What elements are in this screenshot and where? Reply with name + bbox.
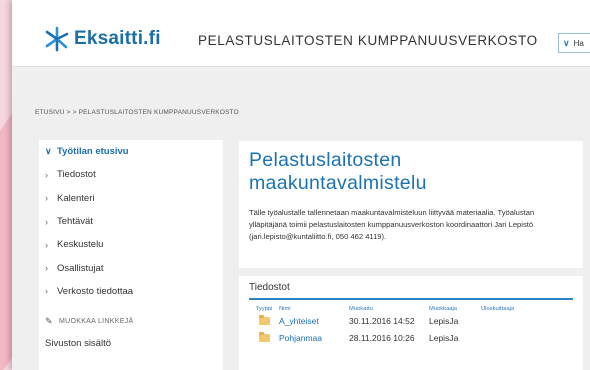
- sidebar-item-discussion[interactable]: › Keskustelu: [39, 233, 223, 256]
- column-name[interactable]: Nimi: [279, 306, 349, 312]
- folder-icon: [258, 331, 270, 342]
- header-band: [12, 67, 590, 97]
- sidebar-item-label: Tiedostot: [57, 169, 96, 181]
- sidebar-item-tasks[interactable]: › Tehtävät: [39, 210, 223, 233]
- sidebar-item-label: Kalenteri: [57, 192, 95, 204]
- header-dropdown-label: Ha: [573, 38, 584, 48]
- site-logo[interactable]: Eksaitti.fi: [44, 26, 161, 52]
- sidebar-item-label: Tehtävät: [57, 216, 93, 228]
- modified-by: LepisJa: [429, 332, 459, 343]
- breadcrumb[interactable]: ETUSIVU > > PELASTUSLAITOSTEN KUMPPANUUS…: [35, 109, 239, 116]
- star-logo-icon: [45, 26, 69, 52]
- site-title: PELASTUSLAITOSTEN KUMPPANUUSVERKOSTO: [198, 33, 538, 48]
- column-modified[interactable]: Muokattu: [349, 306, 429, 312]
- sidebar-item-calendar[interactable]: › Kalenteri: [39, 187, 223, 210]
- edit-links-label: MUOKKAA LINKKEJÄ: [59, 317, 134, 325]
- sidebar-item-network-news[interactable]: › Verkosto tiedottaa: [39, 280, 223, 303]
- chevron-right-icon: ›: [45, 216, 48, 227]
- pencil-icon: ✎: [45, 315, 53, 326]
- file-name-link[interactable]: A_yhteiset: [279, 316, 349, 326]
- site-header: Eksaitti.fi PELASTUSLAITOSTEN KUMPPANUUS…: [12, 0, 590, 67]
- column-modified-by[interactable]: Muokkaaja: [429, 306, 481, 312]
- chevron-right-icon: ›: [45, 286, 48, 297]
- sidebar-item-label: Keskustelu: [57, 239, 104, 251]
- sidebar-item-label: Työtilan etusivu: [57, 146, 129, 158]
- files-table-header: Tyyppi Nimi Muokattu Muokkaaja Uloskuitt…: [249, 306, 573, 312]
- intro-panel: Pelastuslaitosten maakuntavalmistelu Täl…: [239, 141, 583, 268]
- edit-links-button[interactable]: ✎ MUOKKAA LINKKEJÄ: [39, 311, 223, 331]
- table-row[interactable]: Pohjanmaa 28.11.2016 10:26 LepisJa: [249, 329, 573, 346]
- files-heading[interactable]: Tiedostot: [249, 282, 573, 300]
- chevron-right-icon: ›: [45, 263, 48, 274]
- site-content-link[interactable]: Sivuston sisältö: [39, 331, 223, 355]
- chevron-right-icon: ›: [45, 193, 48, 204]
- header-dropdown[interactable]: ∨ Ha: [558, 33, 590, 53]
- modified-by: LepisJa: [429, 315, 459, 326]
- chevron-right-icon: ›: [45, 239, 48, 250]
- sidebar-item-files[interactable]: › Tiedostot: [39, 163, 223, 186]
- modified-date: 28.11.2016 10:26: [349, 332, 415, 343]
- logo-text: Eksaitti.fi: [74, 28, 161, 49]
- sidebar-item-home[interactable]: ∨ Työtilan etusivu: [39, 140, 223, 163]
- chevron-down-icon: ∨: [563, 37, 570, 48]
- sidebar-item-label: Osallistujat: [57, 262, 104, 274]
- sidebar-item-label: Verkosto tiedottaa: [57, 285, 134, 297]
- column-checked-out[interactable]: Uloskuittaaja: [481, 306, 541, 312]
- column-type[interactable]: Tyyppi: [249, 306, 279, 312]
- chevron-right-icon: ›: [45, 169, 48, 180]
- folder-icon: [258, 314, 270, 325]
- table-row[interactable]: A_yhteiset 30.11.2016 14:52 LepisJa: [249, 312, 573, 329]
- sidebar: ∨ Työtilan etusivu › Tiedostot › Kalente…: [39, 140, 223, 370]
- intro-text: Tälle työalustalle tallennetaan maakunta…: [249, 208, 535, 241]
- page-title: Pelastuslaitosten maakuntavalmistelu: [249, 149, 427, 194]
- file-name-link[interactable]: Pohjanmaa: [279, 333, 349, 343]
- chevron-down-icon: ∨: [45, 146, 52, 157]
- files-panel: Tiedostot Tyyppi Nimi Muokattu Muokkaaja…: [239, 276, 583, 370]
- sidebar-item-participants[interactable]: › Osallistujat: [39, 256, 223, 279]
- modified-date: 30.11.2016 14:52: [349, 315, 415, 326]
